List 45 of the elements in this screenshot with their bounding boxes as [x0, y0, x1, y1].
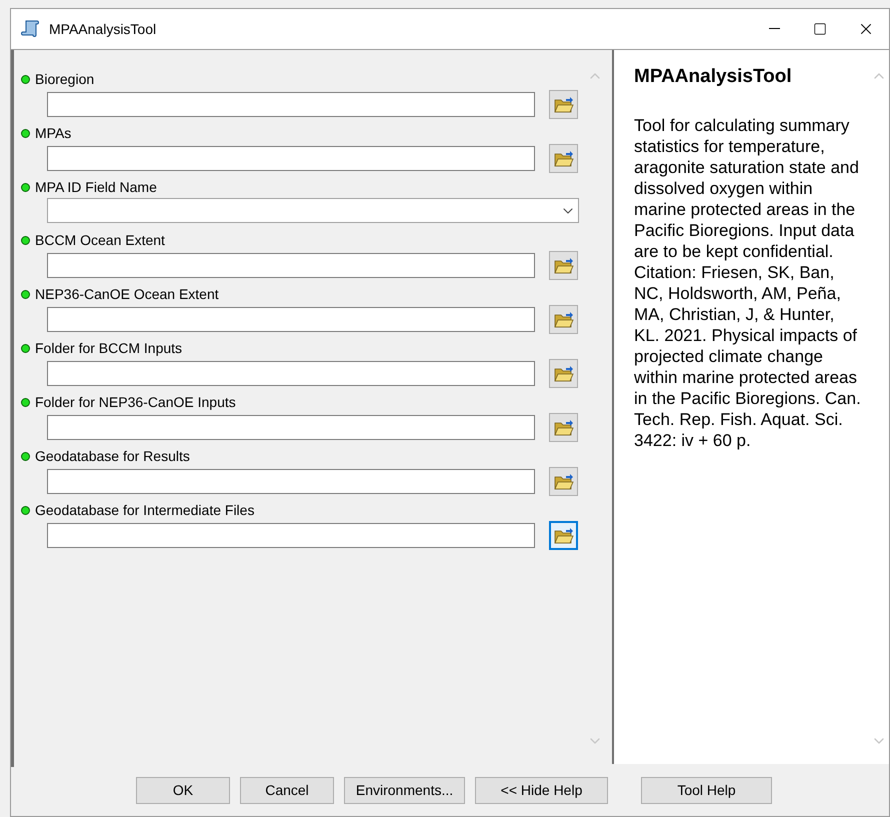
browse-button[interactable] [549, 144, 578, 173]
open-folder-icon [554, 418, 574, 436]
browse-button[interactable] [549, 521, 578, 550]
parameter-label: BCCM Ocean Extent [35, 230, 165, 250]
input-field[interactable] [47, 415, 535, 440]
parameter-label: Folder for NEP36-CanOE Inputs [35, 392, 236, 412]
help-title: MPAAnalysisTool [634, 65, 793, 89]
open-folder-icon [554, 472, 574, 490]
input-field[interactable] [47, 253, 535, 278]
parameter-label: MPAs [35, 124, 72, 142]
maximize-icon [813, 22, 827, 36]
parameter-label: Geodatabase for Results [35, 446, 190, 466]
input-field[interactable] [47, 307, 535, 332]
window-title: MPAAnalysisTool [49, 20, 156, 39]
parameter-label: Folder for BCCM Inputs [35, 338, 182, 358]
dialog-button[interactable]: << Hide Help [475, 776, 608, 804]
open-folder-icon [554, 310, 574, 328]
open-folder-icon [554, 526, 574, 544]
input-field[interactable] [47, 92, 535, 117]
input-field[interactable] [47, 146, 535, 171]
parameter-label: Bioregion [35, 70, 94, 89]
browse-button[interactable] [549, 305, 578, 334]
browse-button[interactable] [549, 467, 578, 496]
dialog-button[interactable]: Cancel [240, 776, 334, 804]
browse-button[interactable] [549, 413, 578, 442]
open-folder-icon [554, 364, 574, 382]
scroll-icon [21, 19, 41, 39]
parameter-label: MPA ID Field Name [35, 178, 157, 196]
open-folder-icon [554, 96, 574, 114]
browse-button[interactable] [549, 90, 578, 119]
input-field[interactable] [47, 361, 535, 386]
browse-button[interactable] [549, 251, 578, 280]
help-text: Tool for calculating summary statistics for temperature, aragonite saturation state and dissolved oxygen within marine protected areas in the Pacific Bioregions. Input data are to be kept confidential. Citation: Friesen, SK, Ban, NC, Holdsworth, AM, Peña, MA, Christian, J, & Hunter, KL. 2021. Physical impacts of projected climate change within marine protected areas in the Pacific Bioregions. Can. Tech. Rep. Fish. Aquat. Sci. 3422: iv + 60 p. [634, 114, 862, 450]
parameter-label: Geodatabase for Intermediate Files [35, 500, 254, 520]
open-folder-icon [554, 150, 574, 168]
minimize-icon [768, 28, 780, 30]
dialog-button[interactable]: Tool Help [641, 776, 772, 804]
browse-button[interactable] [549, 359, 578, 388]
dropdown-field[interactable] [47, 198, 579, 223]
input-field[interactable] [47, 469, 535, 494]
open-folder-icon [554, 256, 574, 274]
parameter-label: NEP36-CanOE Ocean Extent [35, 284, 219, 304]
input-field[interactable] [47, 523, 535, 548]
dialog-button[interactable]: Environments... [344, 776, 465, 804]
dialog-button[interactable]: OK [136, 776, 230, 804]
